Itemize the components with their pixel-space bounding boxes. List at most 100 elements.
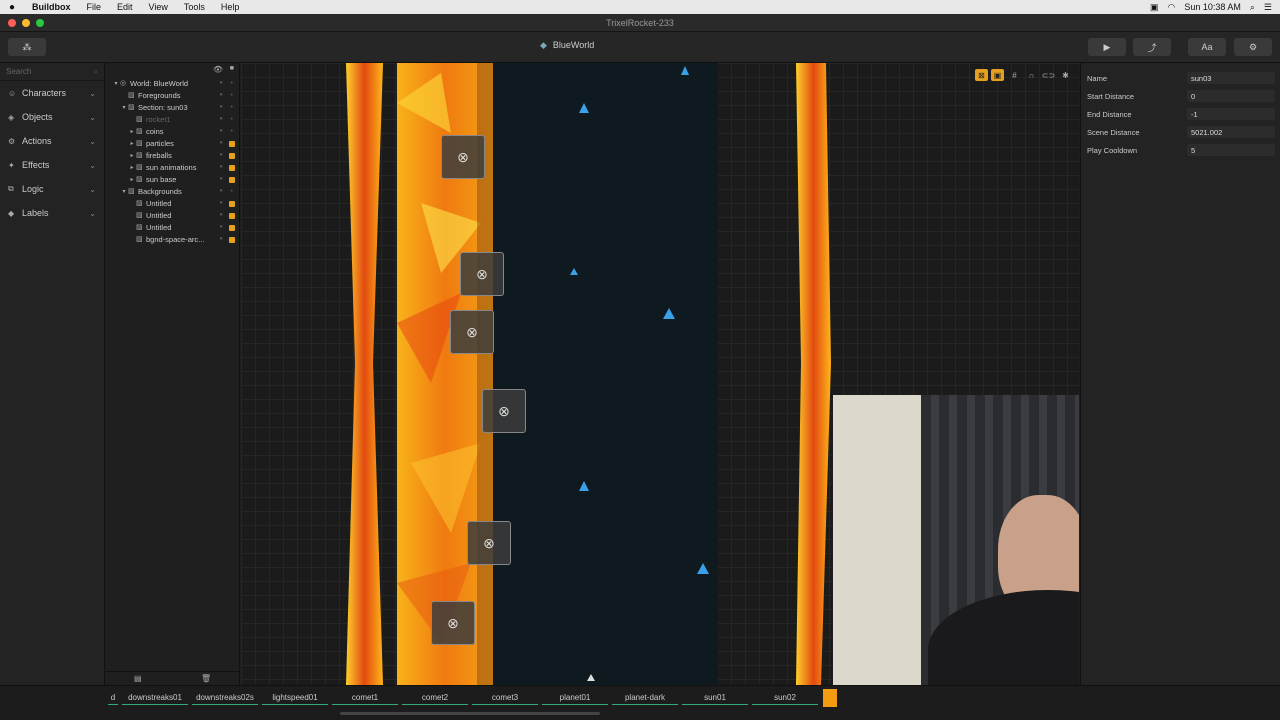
timeline-section-item[interactable]: sun01 (682, 691, 748, 705)
unlocked-dot-icon[interactable]: • (231, 128, 233, 135)
mind-map-button[interactable]: ⁂ (8, 38, 46, 56)
locked-icon[interactable] (229, 177, 235, 183)
tree-row[interactable]: ▸ ▨ sun base ● (106, 173, 239, 185)
spotlight-search-icon[interactable]: ⌕ (1250, 2, 1255, 13)
category-objects[interactable]: ◈ Objects ⌄ (0, 105, 104, 129)
tree-row[interactable]: ▸ ▨ coins ● • (106, 125, 239, 137)
wifi-icon[interactable]: ◠ (1167, 2, 1175, 13)
property-value-field[interactable]: 0 (1187, 90, 1275, 102)
timeline-section-item[interactable]: d (108, 691, 118, 705)
visibility-dot-icon[interactable]: ● (219, 128, 223, 134)
folder-add-icon[interactable]: ▤ (134, 674, 142, 683)
locked-icon[interactable] (229, 165, 235, 171)
menu-view[interactable]: View (141, 2, 176, 12)
timeline-section-item[interactable]: comet2 (402, 691, 468, 705)
minimize-window-button[interactable] (22, 19, 30, 27)
link-icon[interactable]: ⊂⊃ (1042, 69, 1055, 81)
timeline-section-item[interactable]: planet-dark (612, 691, 678, 705)
settings-button[interactable]: ⚙ (1234, 38, 1272, 56)
property-value-field[interactable]: -1 (1187, 108, 1275, 120)
timeline-section-item[interactable]: planet01 (542, 691, 608, 705)
tree-row[interactable]: ▾ ◎ World: BlueWorld ● • (106, 77, 239, 89)
tree-row[interactable]: ▸ ▨ sun animations ● (106, 161, 239, 173)
visibility-dot-icon[interactable]: ● (219, 188, 223, 194)
category-logic[interactable]: ⧉ Logic ⌄ (0, 177, 104, 201)
tree-row[interactable]: ▨ rocket1 ● • (106, 113, 239, 125)
unlocked-dot-icon[interactable]: • (231, 188, 233, 195)
visibility-dot-icon[interactable]: ● (219, 224, 223, 230)
disclosure-arrow-icon[interactable]: ▸ (128, 176, 136, 183)
tree-row[interactable]: ▨ Untitled ● (106, 197, 239, 209)
disclosure-arrow-icon[interactable]: ▾ (112, 80, 120, 87)
timeline-section-item[interactable]: comet1 (332, 691, 398, 705)
property-value-field[interactable]: sun03 (1187, 72, 1275, 84)
disclosure-arrow-icon[interactable]: ▾ (120, 104, 128, 111)
visibility-icon[interactable]: 👁 (213, 65, 223, 74)
locked-icon[interactable] (229, 237, 235, 243)
notification-center-icon[interactable]: ☰ (1264, 2, 1272, 13)
category-effects[interactable]: ✦ Effects ⌄ (0, 153, 104, 177)
export-button[interactable]: ⤴ (1133, 38, 1171, 56)
visibility-dot-icon[interactable]: ● (219, 200, 223, 206)
disclosure-arrow-icon[interactable]: ▸ (128, 140, 136, 147)
magnet-icon[interactable]: ∩ (1025, 69, 1038, 81)
timeline-section-item[interactable]: downstreaks02s (192, 691, 258, 705)
visibility-dot-icon[interactable]: ● (219, 140, 223, 146)
tree-row[interactable]: ▨ Foregrounds ● • (106, 89, 239, 101)
clock[interactable]: Sun 10:38 AM (1184, 2, 1241, 12)
trash-icon[interactable]: 🗑 (201, 674, 211, 683)
tree-row[interactable]: ▨ bgnd-space-arc... ● (106, 233, 239, 245)
category-labels[interactable]: ◆ Labels ⌄ (0, 201, 104, 225)
timeline-scrollbar[interactable] (340, 712, 600, 715)
debug-icon[interactable]: ✱ (1059, 69, 1072, 81)
disclosure-arrow-icon[interactable]: ▸ (128, 128, 136, 135)
lock-toggle-icon[interactable]: ▣ (991, 69, 1004, 81)
search-input[interactable]: Search ⌕ (0, 63, 104, 81)
tree-row[interactable]: ▾ ▨ Backgrounds ● • (106, 185, 239, 197)
sun-animation-object[interactable]: ⊗ (441, 135, 485, 179)
category-characters[interactable]: ☺ Characters ⌄ (0, 81, 104, 105)
apple-menu-icon[interactable]: ● (0, 2, 24, 13)
screen-record-icon[interactable]: ▣ (1150, 2, 1159, 13)
disclosure-arrow-icon[interactable]: ▾ (120, 188, 128, 195)
unlocked-dot-icon[interactable]: • (231, 80, 233, 87)
menu-tools[interactable]: Tools (176, 2, 213, 12)
property-value-field[interactable]: 5 (1187, 144, 1275, 156)
locked-icon[interactable] (229, 153, 235, 159)
close-window-button[interactable] (8, 19, 16, 27)
disclosure-arrow-icon[interactable]: ▸ (128, 164, 136, 171)
timeline-section-item[interactable]: lightspeed01 (262, 691, 328, 705)
tree-row[interactable]: ▸ ▨ particles ● (106, 137, 239, 149)
locked-icon[interactable] (229, 213, 235, 219)
locked-icon[interactable] (229, 201, 235, 207)
disclosure-arrow-icon[interactable]: ▸ (128, 152, 136, 159)
timeline-section-item[interactable]: sun02 (752, 691, 818, 705)
tree-row[interactable]: ▨ Untitled ● (106, 209, 239, 221)
visibility-dot-icon[interactable]: ● (219, 104, 223, 110)
select-mode-icon[interactable]: ⊠ (975, 69, 988, 81)
visibility-dot-icon[interactable]: ● (219, 176, 223, 182)
grid-icon[interactable]: # (1008, 69, 1021, 81)
tree-row[interactable]: ▾ ▨ Section: sun03 ● • (106, 101, 239, 113)
unlocked-dot-icon[interactable]: • (231, 92, 233, 99)
timeline-section-item[interactable]: comet3 (472, 691, 538, 705)
lock-icon[interactable]: ■ (230, 65, 234, 72)
play-button[interactable]: ▶ (1088, 38, 1126, 56)
menu-edit[interactable]: Edit (109, 2, 141, 12)
locked-icon[interactable] (229, 225, 235, 231)
current-section-marker[interactable] (823, 689, 837, 707)
font-button[interactable]: Aa (1188, 38, 1226, 56)
sun-animation-object[interactable]: ⊗ (482, 389, 526, 433)
visibility-dot-icon[interactable]: ● (219, 92, 223, 98)
zoom-window-button[interactable] (36, 19, 44, 27)
sun-animation-object[interactable]: ⊗ (467, 521, 511, 565)
timeline-section-item[interactable]: downstreaks01 (122, 691, 188, 705)
sun-animation-object[interactable]: ⊗ (460, 252, 504, 296)
unlocked-dot-icon[interactable]: • (231, 104, 233, 111)
tree-row[interactable]: ▨ Untitled ● (106, 221, 239, 233)
app-menu[interactable]: Buildbox (24, 2, 79, 12)
unlocked-dot-icon[interactable]: • (231, 116, 233, 123)
tree-row[interactable]: ▸ ▨ fireballs ● (106, 149, 239, 161)
visibility-dot-icon[interactable]: ● (219, 212, 223, 218)
locked-icon[interactable] (229, 141, 235, 147)
